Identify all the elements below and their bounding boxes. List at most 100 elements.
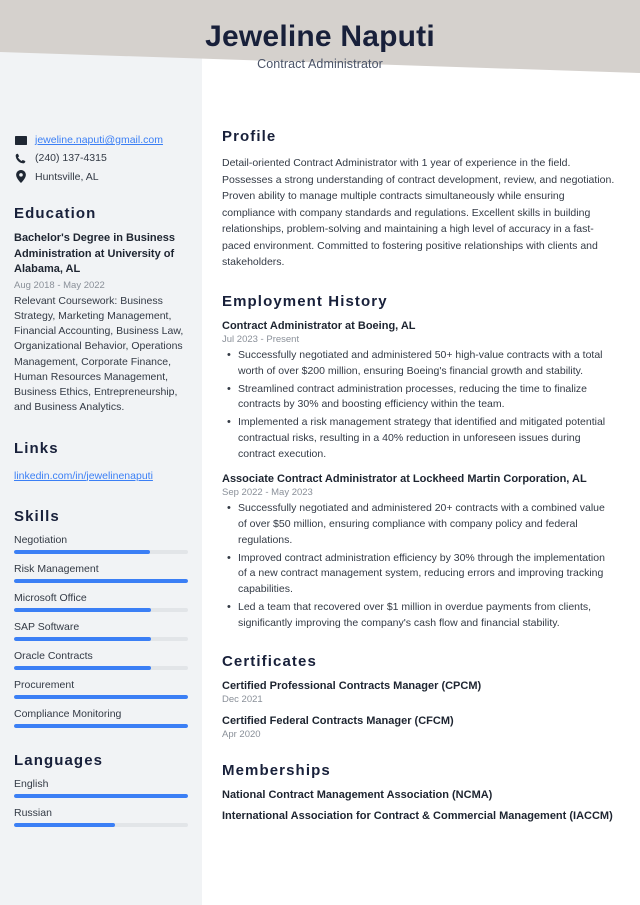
job-bullet: Implemented a risk management strategy t… xyxy=(222,414,616,462)
skill-label: Oracle Contracts xyxy=(14,649,93,662)
skill-item: Compliance Monitoring xyxy=(14,708,188,728)
skill-item: Microsoft Office xyxy=(14,592,188,612)
job-bullet: Improved contract administration efficie… xyxy=(222,550,616,598)
profile-text: Detail-oriented Contract Administrator w… xyxy=(222,157,615,269)
memberships-list: National Contract Management Association… xyxy=(222,789,616,822)
job-title: Associate Contract Administrator at Lock… xyxy=(222,473,587,486)
contact-phone: (240) 137-4315 xyxy=(14,152,188,164)
linkedin-link[interactable]: linkedin.com/in/jewelinenaputi xyxy=(14,470,153,482)
language-item: English xyxy=(14,778,188,798)
skill-bar-track xyxy=(14,723,188,728)
profile-heading: Profile xyxy=(222,128,277,145)
education-date: Aug 2018 - May 2022 xyxy=(14,279,105,291)
language-label: English xyxy=(14,777,49,790)
main-column: Profile Detail-oriented Contract Adminis… xyxy=(202,0,640,905)
job-date: Sep 2022 - May 2023 xyxy=(222,487,313,499)
certificate-name: Certified Federal Contracts Manager (CFC… xyxy=(222,715,454,728)
job-bullets: Successfully negotiated and administered… xyxy=(222,347,616,462)
employment-heading: Employment History xyxy=(222,293,388,311)
skill-item: SAP Software xyxy=(14,621,188,641)
skill-bar-track xyxy=(14,578,188,583)
certificates-list: Certified Professional Contracts Manager… xyxy=(222,680,616,740)
language-item: Russian xyxy=(14,807,188,827)
contact-location: Huntsville, AL xyxy=(14,170,188,183)
memberships-section: Memberships National Contract Management… xyxy=(222,762,616,822)
email-link[interactable]: jeweline.naputi@gmail.com xyxy=(35,134,163,146)
certificate-date: Dec 2021 xyxy=(222,694,263,706)
languages-heading: Languages xyxy=(14,751,104,769)
job-bullets: Successfully negotiated and administered… xyxy=(222,500,616,632)
contact-email: jeweline.naputi@gmail.com xyxy=(14,134,188,146)
skill-bar-track xyxy=(14,636,188,641)
skill-bar-track xyxy=(14,549,188,554)
languages-section: Languages English Russian xyxy=(14,752,188,827)
person-job-title: Contract Administrator xyxy=(257,57,383,71)
skill-bar-fill xyxy=(14,549,150,554)
skill-item: Negotiation xyxy=(14,534,188,554)
education-description: Relevant Coursework: Business Strategy, … xyxy=(14,294,184,414)
skill-item: Procurement xyxy=(14,679,188,699)
languages-list: English Russian xyxy=(14,778,188,827)
skills-heading: Skills xyxy=(14,507,60,525)
job-title: Contract Administrator at Boeing, AL xyxy=(222,320,416,333)
location-pin-icon xyxy=(14,170,27,183)
job-bullet: Successfully negotiated and administered… xyxy=(222,500,616,548)
skill-bar-fill xyxy=(14,607,152,612)
profile-section: Profile Detail-oriented Contract Adminis… xyxy=(222,128,616,271)
employment-section: Employment History Contract Administrato… xyxy=(222,293,616,631)
skill-label: Microsoft Office xyxy=(14,591,87,604)
skill-bar-fill xyxy=(14,578,188,583)
education-section: Education Bachelor's Degree in Business … xyxy=(14,205,188,416)
jobs-list: Contract Administrator at Boeing, AL Jul … xyxy=(222,320,616,631)
phone-icon xyxy=(14,153,27,164)
language-bar-track xyxy=(14,822,188,827)
skills-section: Skills Negotiation Risk Management Microso… xyxy=(14,508,188,728)
language-bar-track xyxy=(14,793,188,798)
skill-label: Negotiation xyxy=(14,533,68,546)
skill-bar-track xyxy=(14,607,188,612)
language-bar-fill xyxy=(14,822,115,827)
skill-label: SAP Software xyxy=(14,620,80,633)
resume-page: jeweline.naputi@gmail.com (240) 137-4315… xyxy=(0,0,640,905)
contact-list: jeweline.naputi@gmail.com (240) 137-4315… xyxy=(14,134,188,183)
certificates-heading: Certificates xyxy=(222,653,317,671)
links-section: Links linkedin.com/in/jewelinenaputi xyxy=(14,440,188,484)
certificate-item: Certified Federal Contracts Manager (CFC… xyxy=(222,715,616,740)
location-text: Huntsville, AL xyxy=(35,170,99,183)
language-bar-fill xyxy=(14,793,188,798)
skill-item: Oracle Contracts xyxy=(14,650,188,670)
job-entry: Contract Administrator at Boeing, AL Jul … xyxy=(222,320,616,462)
skill-bar-track xyxy=(14,665,188,670)
person-name: Jeweline Naputi xyxy=(205,20,435,53)
education-degree: Bachelor's Degree in Business Administra… xyxy=(14,232,175,276)
certificate-name: Certified Professional Contracts Manager… xyxy=(222,680,482,693)
sidebar: jeweline.naputi@gmail.com (240) 137-4315… xyxy=(0,0,202,905)
memberships-heading: Memberships xyxy=(222,762,331,780)
membership-item: National Contract Management Association… xyxy=(222,789,493,802)
certificate-item: Certified Professional Contracts Manager… xyxy=(222,680,616,705)
skills-list: Negotiation Risk Management Microsoft Offi… xyxy=(14,534,188,728)
links-heading: Links xyxy=(14,439,59,457)
job-date: Jul 2023 - Present xyxy=(222,334,300,346)
job-entry: Associate Contract Administrator at Lock… xyxy=(222,473,616,631)
job-bullet: Led a team that recovered over $1 millio… xyxy=(222,599,616,632)
skill-bar-fill xyxy=(14,723,188,728)
skill-bar-fill xyxy=(14,665,152,670)
skill-bar-track xyxy=(14,694,188,699)
skill-label: Procurement xyxy=(14,678,75,691)
language-label: Russian xyxy=(14,806,52,819)
membership-item: International Association for Contract &… xyxy=(222,810,613,823)
skill-bar-fill xyxy=(14,694,188,699)
certificates-section: Certificates Certified Professional Cont… xyxy=(222,653,616,740)
phone-text: (240) 137-4315 xyxy=(35,152,107,164)
certificate-date: Apr 2020 xyxy=(222,729,261,741)
skill-label: Risk Management xyxy=(14,562,99,575)
header-content: Jeweline Naputi Contract Administrator xyxy=(0,0,640,96)
skill-item: Risk Management xyxy=(14,563,188,583)
skill-bar-fill xyxy=(14,636,152,641)
job-bullet: Successfully negotiated and administered… xyxy=(222,347,616,380)
skill-label: Compliance Monitoring xyxy=(14,707,122,720)
envelope-icon xyxy=(14,135,27,145)
education-heading: Education xyxy=(14,205,97,222)
job-bullet: Streamlined contract administration proc… xyxy=(222,381,616,414)
